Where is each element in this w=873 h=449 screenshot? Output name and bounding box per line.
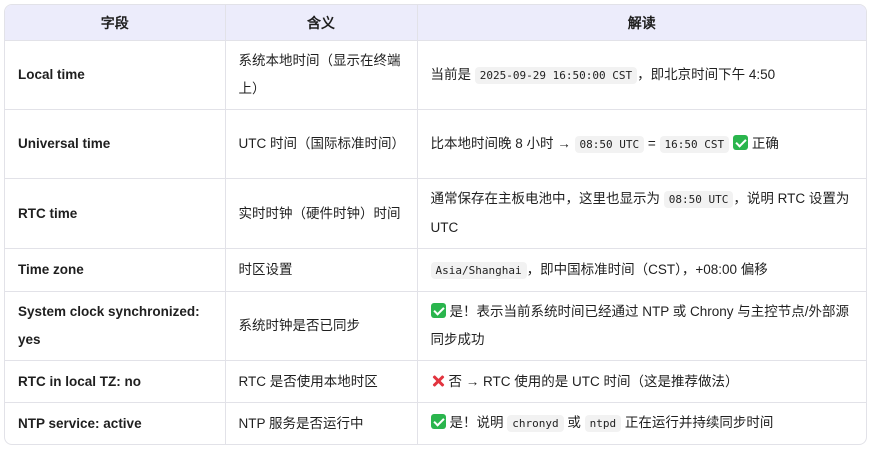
- field-cell: System clock synchronized: yes: [5, 291, 226, 361]
- interp-text: 否 → RTC 使用的是 UTC 时间（这是推荐做法）: [448, 373, 739, 389]
- meaning-cell: 时区设置: [225, 248, 418, 292]
- field-cell: Time zone: [5, 248, 226, 292]
- inline-code: 16:50 CST: [659, 135, 730, 153]
- meaning-cell: RTC 是否使用本地时区: [225, 360, 418, 403]
- inline-code: chronyd: [507, 415, 564, 432]
- table-row: Universal time UTC 时间（国际标准时间） 比本地时间晚 8 小…: [5, 109, 866, 179]
- inline-code: 08:50 UTC: [574, 135, 645, 153]
- cross-icon: [431, 374, 445, 388]
- interp-text: 比本地时间晚 8 小时 →: [430, 135, 575, 151]
- interpretation-cell: 当前是 2025-09-29 16:50:00 CST ，即北京时间下午 4:50: [417, 40, 866, 110]
- inline-code: 08:50 UTC: [663, 191, 734, 208]
- interpretation-cell: 是！说明 chronyd 或 ntpd 正在运行并持续同步时间: [417, 403, 866, 445]
- meaning-cell: UTC 时间（国际标准时间）: [225, 109, 418, 179]
- meaning-cell: 系统时钟是否已同步: [225, 291, 418, 361]
- interpretation-cell: 否 → RTC 使用的是 UTC 时间（这是推荐做法）: [417, 360, 866, 403]
- header-meaning: 含义: [225, 5, 418, 41]
- interp-text: ，即中国标准时间（CST），+08:00 偏移: [526, 261, 768, 277]
- inline-code: Asia/Shanghai: [430, 261, 527, 279]
- field-cell: NTP service: active: [5, 402, 226, 444]
- inline-code: ntpd: [584, 415, 622, 432]
- interpretation-cell: 比本地时间晚 8 小时 → 08:50 UTC = 16:50 CST 正确: [417, 109, 866, 179]
- header-interpretation: 解读: [417, 5, 866, 41]
- meaning-cell: 实时时钟（硬件时钟）时间: [225, 178, 418, 249]
- field-cell: Local time: [5, 40, 226, 110]
- table-row: NTP service: active NTP 服务是否运行中 是！说明 chr…: [5, 402, 866, 445]
- interpretation-cell: Asia/Shanghai ，即中国标准时间（CST），+08:00 偏移: [417, 248, 866, 292]
- interp-text: 是！说明: [449, 415, 508, 430]
- header-field: 字段: [5, 5, 226, 41]
- interp-text: 是！表示当前系统时间已经通过 NTP 或 Chrony 与主控节点/外部源同步成…: [430, 304, 850, 347]
- time-status-table: 字段 含义 解读 Local time 系统本地时间（显示在终端上） 当前是 2…: [5, 5, 866, 444]
- info-table-container: 字段 含义 解读 Local time 系统本地时间（显示在终端上） 当前是 2…: [4, 4, 867, 445]
- table-row: RTC time 实时时钟（硬件时钟）时间 通常保存在主板电池中，这里也显示为 …: [5, 178, 866, 249]
- table-row: System clock synchronized: yes 系统时钟是否已同步…: [5, 291, 866, 361]
- table-row: Local time 系统本地时间（显示在终端上） 当前是 2025-09-29…: [5, 40, 866, 110]
- field-cell: Universal time: [5, 109, 226, 179]
- interp-text: 当前是: [430, 66, 475, 82]
- interp-text: 或: [563, 415, 585, 430]
- check-icon: [430, 303, 446, 318]
- interp-text: 通常保存在主板电池中，这里也显示为: [430, 191, 664, 206]
- inline-code: 2025-09-29 16:50:00 CST: [474, 66, 638, 84]
- table-header-row: 字段 含义 解读: [5, 5, 866, 41]
- interp-text: 正确: [751, 135, 779, 151]
- check-icon: [732, 134, 748, 150]
- interpretation-cell: 是！表示当前系统时间已经通过 NTP 或 Chrony 与主控节点/外部源同步成…: [417, 291, 866, 361]
- interpretation-cell: 通常保存在主板电池中，这里也显示为 08:50 UTC ，说明 RTC 设置为 U…: [417, 178, 866, 249]
- interp-text: =: [644, 135, 660, 151]
- field-cell: RTC in local TZ: no: [5, 360, 226, 403]
- table-row: Time zone 时区设置 Asia/Shanghai ，即中国标准时间（CST…: [5, 248, 866, 292]
- meaning-cell: NTP 服务是否运行中: [225, 402, 418, 444]
- check-icon: [430, 414, 446, 429]
- interp-text: 正在运行并持续同步时间: [621, 415, 774, 430]
- interp-text: ，即北京时间下午 4:50: [637, 66, 776, 82]
- field-cell: RTC time: [5, 178, 226, 249]
- table-row: RTC in local TZ: no RTC 是否使用本地时区 否 → RTC…: [5, 360, 866, 403]
- meaning-cell: 系统本地时间（显示在终端上）: [225, 40, 418, 110]
